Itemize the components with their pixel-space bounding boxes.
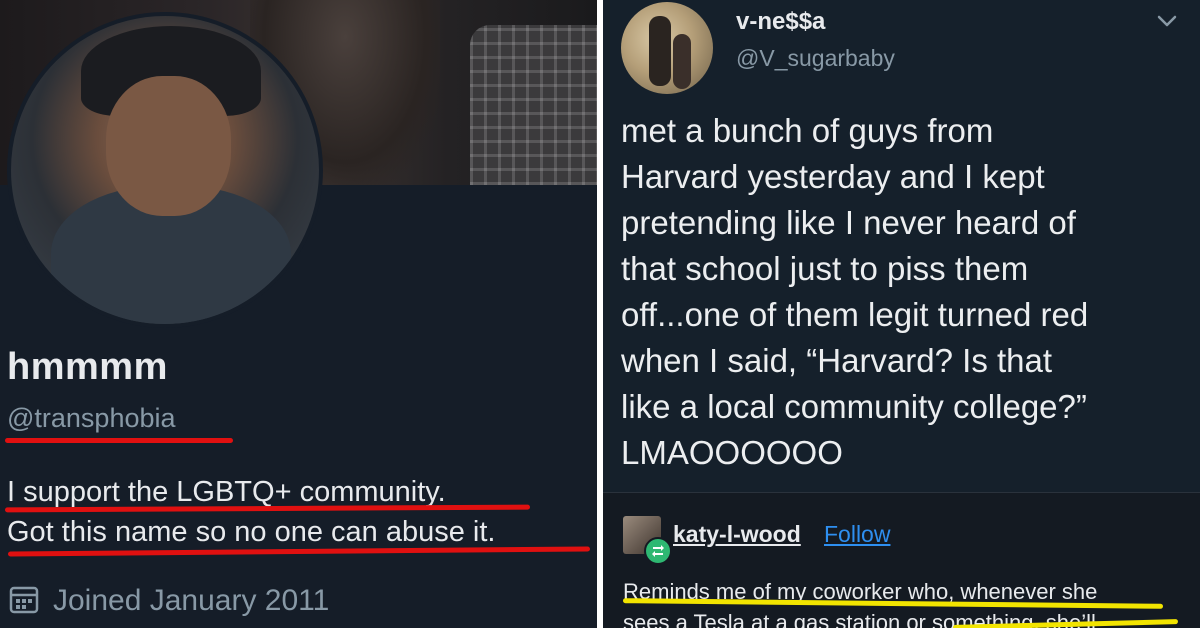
profile-joined-date: Joined January 2011 <box>9 584 329 618</box>
profile-handle[interactable]: @transphobia <box>7 403 176 434</box>
banner-plaid-figure <box>470 25 597 185</box>
profile-bio: I support the LGBTQ+ community. Got this… <box>7 472 592 552</box>
avatar-person-2 <box>673 34 691 89</box>
reblog-icon <box>652 545 664 557</box>
profile-panel: hmmmm @transphobia I support the LGBTQ+ … <box>0 0 597 628</box>
bio-line-2: Got this name so no one can abuse it. <box>7 516 496 548</box>
author-handle[interactable]: @V_sugarbaby <box>736 45 895 72</box>
author-avatar[interactable] <box>621 2 713 94</box>
profile-avatar[interactable] <box>7 12 323 328</box>
red-underline-handle <box>5 438 233 443</box>
joined-text: Joined January 2011 <box>53 584 330 617</box>
reblog-badge <box>644 537 672 565</box>
avatar-person-1 <box>649 16 671 86</box>
reblogger-name[interactable]: katy-l-wood <box>673 521 801 548</box>
tweet-panel: v-ne$$a @V_sugarbaby met a bunch of guys… <box>603 0 1200 628</box>
author-name[interactable]: v-ne$$a <box>736 8 825 36</box>
tweet-text: met a bunch of guys from Harvard yesterd… <box>621 112 1089 471</box>
follow-button[interactable]: Follow <box>824 521 890 548</box>
avatar-face <box>106 76 231 216</box>
profile-display-name: hmmmm <box>7 346 168 388</box>
chevron-down-icon[interactable] <box>1154 8 1180 34</box>
calendar-icon <box>9 586 39 614</box>
